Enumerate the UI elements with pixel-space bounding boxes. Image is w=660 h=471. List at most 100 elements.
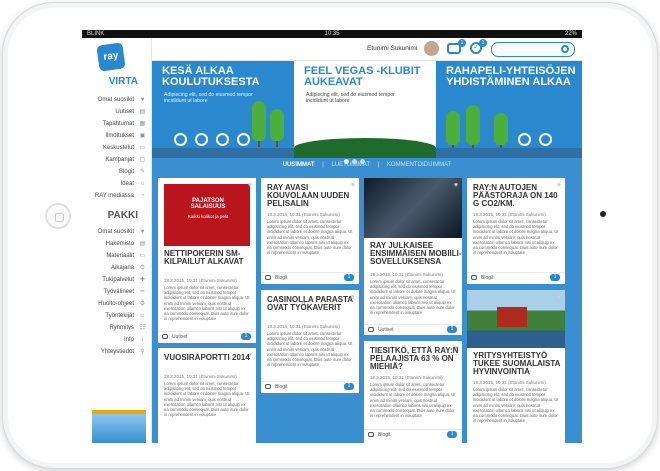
sidebar-item-materiaalit[interactable]: Materiaalit ▭ [82,250,148,262]
comment-count[interactable]: 1 [241,333,251,340]
sidebar-item-ryhmitys[interactable]: Ryhmitys ☷ [82,322,148,334]
card-meta: 18.3.2015, 10:31 (Etunimi Sukunimi) [370,375,443,380]
card-title: YRITYSYHTEISTYÖ TUKEE SUOMALAISTA HYVINV… [473,351,561,376]
comment-count[interactable]: 1 [447,431,457,438]
card-footer: Blogit 1 [364,429,462,439]
search-input[interactable] [491,42,575,57]
card-tiesitko[interactable]: ♥ TIESITKÖ, ETTÄ RAY:N PELAAJISTA 63 % O… [364,341,462,443]
book-cover-image: PAJATSON SALAISUUS Kaikki kolikot ja pel… [164,184,250,246]
sidebar: ray VIRTA Omat suosikit ♥ Uutiset ▤ Tapaht… [82,38,152,443]
card-text: Lorem ipsum dolor sit amet, consectetur … [267,331,353,368]
sidebar-item-hakemisto[interactable]: Hakemisto ▤ [82,238,148,250]
card-text: Lorem ipsum dolor sit amet, consectetur … [473,387,559,424]
card-title: NETTIPOKERIN SM-KILPAILUT ALKAVAT [164,249,244,266]
card-nettipokeri[interactable]: PAJATSON SALAISUUS Kaikki kolikot ja pel… [158,178,256,343]
sidebar-item-keskustelut[interactable]: Keskustelut ▭ [82,142,148,154]
hero-slide-1[interactable]: KESÄ ALKAA KOULUTUKSESTA Adipiscing elit… [152,61,294,158]
notice-icon: ▣ [139,133,146,139]
hero-slide-1-title: KESÄ ALKAA KOULUTUKSESTA [162,65,260,88]
card-meta: 18.3.2015, 10:31 (Etunimi Sukunimi) [267,324,340,329]
comment-count[interactable]: 1 [550,274,560,281]
hero-carousel[interactable]: KESÄ ALKAA KOULUTUKSESTA Adipiscing elit… [152,61,582,158]
tab-kommentoiduimmat[interactable]: KOMMENTOIDUIMMAT [387,162,451,168]
card-paastoraja[interactable]: ♥ RAY:N AUTOJEN PÄÄSTÖRAJA ON 140 G CO2/… [467,178,565,284]
bulb-icon: ☼ [139,181,146,187]
card-category[interactable]: Blogit [378,432,391,438]
favorite-icon[interactable]: ♥ [248,182,252,189]
card-text: Lorem ipsum dolor sit amet, consectetur … [370,279,456,316]
info-icon: i [141,337,144,343]
card-footer: Blogit 1 [261,381,359,391]
favorite-icon[interactable]: ♥ [557,294,561,301]
sidebar-item-kampanjat[interactable]: Kampanjat ▢ [82,154,148,166]
comment-count[interactable]: 1 [344,383,354,390]
search-icon[interactable] [561,45,569,53]
card-meta: 18.3.2015, 10:31 (Etunimi Sukunimi) [267,212,340,217]
tree-illustration [252,101,266,147]
hero-slide-2[interactable]: FEEL VEGAS -KLUBIT AUKEAVAT Adipiscing e… [294,61,436,158]
card-category[interactable]: Uutiset [172,334,188,340]
card-meta: 18.3.2015, 10:31 (Etunimi Sukunimi) [370,272,443,277]
sidebar-item-info[interactable]: Info i [82,334,148,346]
tab-luetuimmat[interactable]: LUETUIMMAT [331,162,370,168]
section-pakki: PAKKI [107,210,138,221]
tree-illustration [494,113,508,151]
bicycle-illustration [516,130,554,146]
sidebar-item-uutiset[interactable]: Uutiset ▤ [82,106,148,118]
card-title: CASINOLLA PARASTA OVAT TYÖKAVERIT [267,295,353,312]
avatar[interactable] [424,41,439,56]
blog-icon: ✎ [139,169,146,175]
screen: BLINK 10:35 22% ray VIRTA Omat suosikit ♥… [82,30,582,443]
card-category[interactable]: Blogit [275,275,288,281]
home-button[interactable] [45,203,71,229]
card-mobiilisovellus[interactable]: ♥ RAY JULKAISEE ENSIMMÄISEN MOBIILI-SOVE… [364,178,462,335]
comment-count[interactable]: 1 [344,274,354,281]
sidebar-item-tukipalvelut[interactable]: Tukipalvelut ✚ [82,274,148,286]
sidebar-item-aikajana[interactable]: Aikajana ⏱ [82,262,148,274]
card-yritysyhteistyo[interactable]: ♥ YRITYSYHTEISTYÖ TUKEE SUOMALAISTA HYVI… [467,290,565,443]
chat-bubble-icon [471,275,477,280]
folder-icon: ▭ [139,253,146,259]
sidebar-item-omat-suosikit[interactable]: Omat suosikit ♥ [82,94,148,106]
sidebar-item-ray-mediassa[interactable]: RAY mediassa ◔ [82,190,148,202]
rss-icon: ◔ [140,193,145,199]
sidebar-item-yhteystiedot[interactable]: Yhteystiedot ⚲ [82,346,148,358]
card-category[interactable]: Blogit [275,384,288,390]
card-footer: Blogit 1 [261,272,359,282]
card-meta: 18.3.2015, 10:31 (Etunimi Sukunimi) [164,374,237,379]
sidebar-item-tyovalineet[interactable]: Työvälineet ✂ [82,286,148,298]
tab-uusimmat[interactable]: UUSIMMAT [283,162,315,168]
carousel-dots [344,151,368,164]
tab-separator: | [377,162,380,168]
ray-logo[interactable]: ray [96,42,126,72]
comment-count[interactable]: 1 [447,326,457,333]
hero-slide-3[interactable]: RAHAPELI-YHTEISÖJEN YHDISTÄMINEN ALKAA [436,61,582,158]
sidebar-item-tyontekijat[interactable]: Työntekijät ☺ [82,310,148,322]
hero-slide-3-title: RAHAPELI-YHTEISÖJEN YHDISTÄMINEN ALKAA [446,65,576,88]
favorite-icon[interactable]: ♥ [454,182,458,189]
card-category[interactable]: Uutiset [378,327,394,333]
globe-icon [162,334,168,339]
campaign-icon: ▢ [139,157,146,163]
card-ray-avasi[interactable]: ♥ RAY AVASI KOUVOLAAN UUDEN PELISALIN 18… [261,178,359,284]
hero-slide-2-title: FEEL VEGAS -KLUBIT AUKEAVAT [304,65,421,88]
sidebar-item-blogit[interactable]: Blogit ✎ [82,166,148,178]
directory-icon: ▤ [139,241,146,247]
hero-slide-2-text: Adipiscing elit, sed do eiusmod tempor i… [306,92,395,104]
tree-illustration [270,109,284,147]
card-text: Lorem ipsum dolor sit amet, consectetur … [164,285,250,322]
card-title: TIESITKÖ, ETTÄ RAY:N PELAAJISTA 63 % ON … [370,346,459,371]
card-text: Lorem ipsum dolor sit amet, consectetur … [473,219,559,256]
user-name[interactable]: Etunimi Sukunimi [367,45,417,52]
card-casinolla[interactable]: ♥ CASINOLLA PARASTA OVAT TYÖKAVERIT 18.3… [261,290,359,393]
lakehouse-image [467,290,565,348]
tasks-badge: 1 [479,39,487,47]
bicycle-illustration [214,130,252,146]
sidebar-item-huolto-ohjeet[interactable]: Huolto-ohjeet ⚙ [82,298,148,310]
sidebar-item-ilmoitukset[interactable]: Ilmoitukset ▣ [82,130,148,142]
sidebar-item-tapahtumat[interactable]: Tapahtumat ▦ [82,118,148,130]
card-category[interactable]: Blogit [481,275,494,281]
sidebar-item-ideat[interactable]: Ideat ☼ [82,178,148,190]
card-vuosiraportti[interactable]: ♥ VUOSIRAPORTTI 2014 18.3.2015, 10:31 (E… [158,348,256,443]
sidebar-item-pakki-omat-suosikit[interactable]: Omat suosikit ♥ [82,226,148,238]
